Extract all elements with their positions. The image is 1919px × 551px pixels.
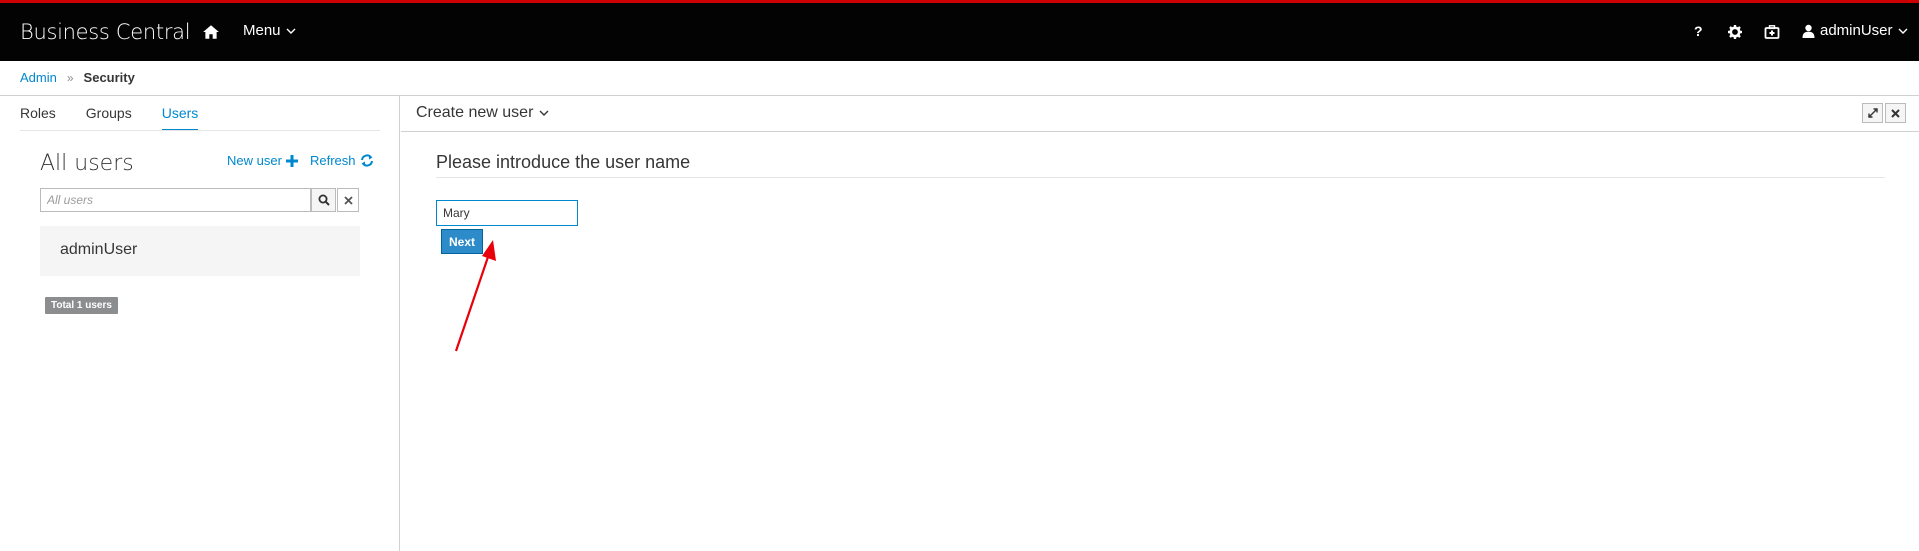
close-icon: [343, 195, 353, 205]
tab-groups[interactable]: Groups: [86, 105, 132, 131]
gear-icon[interactable]: [1727, 24, 1743, 40]
breadcrumb-separator: »: [66, 70, 74, 85]
users-list-title: All users: [40, 151, 134, 176]
user-name: adminUser: [60, 241, 138, 258]
expand-icon: [1867, 108, 1878, 118]
chevron-down-icon: [1898, 28, 1908, 34]
brand-title[interactable]: Business Central: [20, 20, 191, 44]
security-tabs: Roles Groups Users: [20, 105, 199, 131]
username-input[interactable]: [436, 200, 578, 226]
briefcase-icon[interactable]: [1764, 24, 1780, 40]
tab-users[interactable]: Users: [161, 105, 199, 131]
total-users-badge: Total 1 users: [45, 297, 118, 314]
chevron-down-icon: [539, 110, 549, 116]
top-navbar: Business Central Menu ? adminUser: [0, 0, 1919, 61]
breadcrumb-security: Security: [83, 70, 135, 85]
tab-roles[interactable]: Roles: [20, 105, 56, 131]
create-user-panel: Create new user Please introduce the use…: [401, 96, 1919, 551]
home-icon[interactable]: [202, 23, 220, 41]
users-panel: Roles Groups Users All users New user Re…: [0, 96, 400, 551]
close-panel-button[interactable]: [1885, 103, 1906, 123]
new-user-label: New user: [227, 153, 282, 168]
breadcrumb-admin[interactable]: Admin: [20, 70, 57, 85]
annotation-arrow: [454, 240, 496, 352]
panel-header-divider: [401, 131, 1919, 132]
refresh-button[interactable]: Refresh: [310, 153, 374, 168]
user-menu-dropdown[interactable]: adminUser: [1802, 22, 1908, 39]
maximize-panel-button[interactable]: [1862, 103, 1883, 123]
user-search-input[interactable]: [40, 188, 311, 212]
main-menu-dropdown[interactable]: Menu: [243, 22, 296, 39]
form-heading: Please introduce the user name: [436, 152, 691, 172]
breadcrumb: Admin » Security: [20, 70, 135, 85]
panel-title: Create new user: [416, 104, 534, 121]
search-icon: [318, 194, 330, 206]
plus-icon: [285, 154, 298, 167]
refresh-label: Refresh: [310, 153, 356, 168]
new-user-button[interactable]: New user: [227, 153, 298, 168]
clear-search-button[interactable]: [337, 188, 359, 212]
help-button[interactable]: ?: [1694, 23, 1710, 39]
search-button[interactable]: [311, 188, 336, 212]
tabs-divider: [20, 130, 380, 131]
form-heading-divider: [436, 177, 1885, 178]
panel-title-dropdown[interactable]: Create new user: [416, 104, 549, 122]
user-icon: [1802, 24, 1815, 38]
list-item[interactable]: adminUser: [40, 226, 360, 276]
refresh-icon: [360, 154, 373, 167]
chevron-down-icon: [286, 28, 296, 34]
menu-label: Menu: [243, 22, 281, 39]
username-label: adminUser: [1820, 22, 1893, 39]
close-icon: [1891, 108, 1900, 118]
